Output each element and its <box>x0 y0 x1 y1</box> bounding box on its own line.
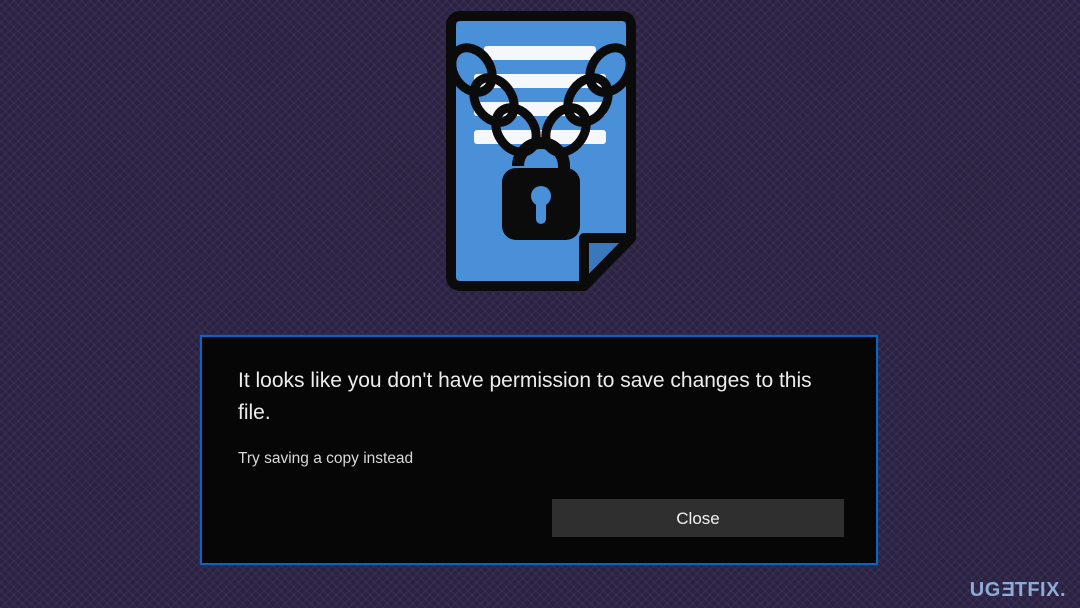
close-button[interactable]: Close <box>552 499 844 537</box>
dialog-title: It looks like you don't have permission … <box>238 365 828 428</box>
watermark-text-post: TFIX. <box>1015 579 1066 601</box>
watermark-text-flip: E <box>1001 579 1015 602</box>
watermark-brand: UGETFIX. <box>970 579 1066 602</box>
watermark-text-pre: UG <box>970 579 1001 601</box>
document-lock-icon <box>436 8 646 308</box>
permission-error-dialog: It looks like you don't have permission … <box>200 335 878 565</box>
locked-document-illustration <box>436 8 646 313</box>
dialog-subtitle: Try saving a copy instead <box>238 450 842 468</box>
